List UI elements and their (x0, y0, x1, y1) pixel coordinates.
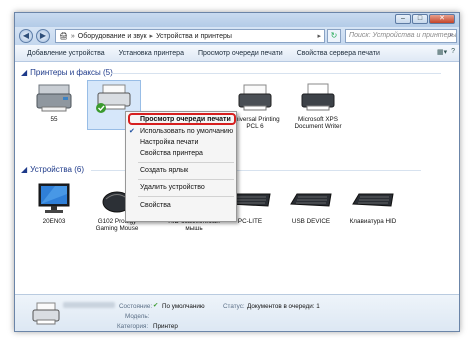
add-printer-button[interactable]: Установка принтера (119, 50, 184, 57)
printers-group-header[interactable]: ◢ Принтеры и факсы (5) (21, 68, 441, 77)
printer-icon (36, 84, 72, 112)
devices-group-header[interactable]: ◢ Устройства (6) (21, 165, 421, 174)
print-server-properties-button[interactable]: Свойства сервера печати (297, 50, 380, 57)
device-item-keyboard[interactable]: USB DEVICE (283, 184, 339, 225)
keyboard-icon (352, 193, 394, 207)
printer-item[interactable]: Microsoft XPS Document Writer (287, 82, 349, 130)
printer-icon (238, 84, 272, 111)
title-bar: – □ ✕ (15, 13, 459, 27)
minimize-button[interactable]: – (395, 14, 411, 24)
group-divider (111, 73, 441, 74)
see-print-queue-button[interactable]: Просмотр очереди печати (198, 50, 283, 57)
search-input[interactable]: Поиск: Устройства и принтеры ⌕ (345, 29, 457, 43)
printer-icon (301, 83, 335, 111)
address-row: ◀ ▶ 🖨 » Оборудование и звук ▸ Устройства… (15, 27, 459, 45)
monitor-icon (38, 183, 70, 213)
help-icon[interactable]: ? (451, 48, 455, 56)
context-menu: Просмотр очереди печати ✔ Использовать п… (125, 111, 237, 222)
keyboard-icon (290, 193, 332, 207)
menu-item-create-shortcut[interactable]: Создать ярлык (126, 165, 236, 176)
printer-folder-icon: 🖨 (59, 33, 68, 40)
blurred-printer-name (63, 302, 115, 308)
device-item-monitor[interactable]: 20EN03 (27, 182, 81, 225)
devices-pane: ◢ Принтеры и факсы (5) 55 Universal Prin… (15, 62, 459, 294)
menu-item-printer-properties[interactable]: Свойства принтера (126, 148, 236, 159)
breadcrumb-item[interactable]: Оборудование и звук (78, 33, 147, 40)
search-icon: ⌕ (449, 32, 453, 39)
printer-icon (96, 84, 131, 113)
collapse-triangle-icon[interactable]: ◢ (21, 68, 27, 77)
details-pane: Состояние: ✔ По умолчанию Модель: Катего… (15, 294, 459, 331)
view-controls: ▦▾ ? (437, 48, 455, 56)
menu-item-properties[interactable]: Свойства (126, 200, 236, 211)
breadcrumb-item[interactable]: Устройства и принтеры (156, 33, 232, 40)
menu-item-printing-preferences[interactable]: Настройка печати (126, 137, 236, 148)
chevron-right-icon[interactable]: ▸ (317, 32, 321, 40)
menu-separator (138, 179, 234, 180)
command-bar: Добавление устройства Установка принтера… (15, 45, 459, 62)
menu-item-remove-device[interactable]: Удалить устройство (126, 182, 236, 193)
chevron-right-icon: » (70, 32, 75, 40)
check-icon: ✔ (129, 128, 135, 135)
window-controls: – □ ✕ (395, 14, 455, 24)
highlight-frame (128, 113, 236, 125)
default-check-icon: ✔ (153, 302, 159, 309)
printer-item[interactable]: 55 (27, 82, 81, 123)
close-button[interactable]: ✕ (429, 14, 455, 24)
maximize-button[interactable]: □ (412, 14, 428, 24)
address-bar[interactable]: 🖨 » Оборудование и звук ▸ Устройства и п… (55, 29, 325, 43)
back-arrow-icon[interactable]: ◀ (19, 29, 33, 43)
printer-icon (32, 302, 60, 325)
explorer-window: – □ ✕ ◀ ▶ 🖨 » Оборудование и звук ▸ Устр… (14, 12, 460, 332)
chevron-right-icon: ▸ (149, 33, 154, 40)
menu-item-set-default[interactable]: ✔ Использовать по умолчанию (126, 126, 236, 137)
add-device-button[interactable]: Добавление устройства (27, 50, 105, 57)
device-item-keyboard[interactable]: Клавиатура HID (343, 184, 403, 225)
collapse-triangle-icon[interactable]: ◢ (21, 165, 27, 174)
forward-arrow-icon[interactable]: ▶ (36, 29, 50, 43)
menu-separator (138, 162, 234, 163)
refresh-icon[interactable]: ↻ (327, 29, 341, 43)
menu-separator (138, 196, 234, 197)
view-options-icon[interactable]: ▦▾ (437, 48, 447, 56)
